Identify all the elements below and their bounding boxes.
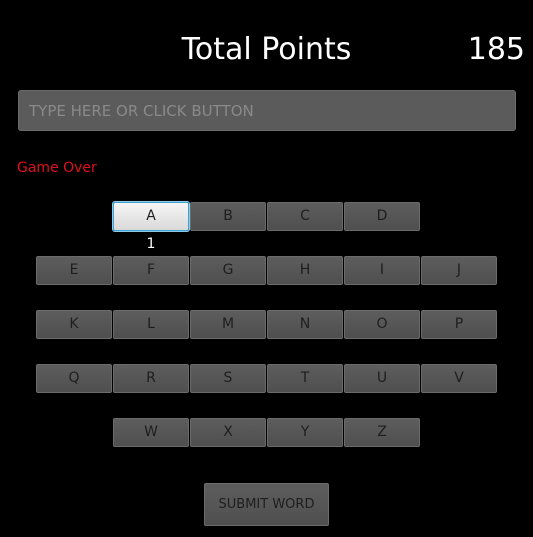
key-p-button[interactable]: P [421,310,497,339]
key-u-button[interactable]: U [344,364,420,393]
key-i-button[interactable]: I [344,256,420,285]
game-screen: Total Points 185 Game Over ABCD 1 EFGHIJ… [0,0,533,537]
key-m-button[interactable]: M [190,310,266,339]
key-row-2: EFGHIJ [0,256,533,285]
key-j-button[interactable]: J [421,256,497,285]
key-k-button[interactable]: K [36,310,112,339]
key-row-3: KLMNOP [0,310,533,339]
key-d-button[interactable]: D [344,202,420,231]
key-h-button[interactable]: H [267,256,343,285]
key-c-button[interactable]: C [267,202,343,231]
key-s-button[interactable]: S [190,364,266,393]
key-g-button[interactable]: G [190,256,266,285]
key-row-4: QRSTUV [0,364,533,393]
key-t-button[interactable]: T [267,364,343,393]
key-o-button[interactable]: O [344,310,420,339]
key-r-button[interactable]: R [113,364,189,393]
word-input[interactable] [18,90,516,131]
key-q-button[interactable]: Q [36,364,112,393]
key-e-button[interactable]: E [36,256,112,285]
score-value: 185 [467,32,525,67]
submit-word-button[interactable]: SUBMIT WORD [204,483,329,526]
key-row-5: WXYZ [0,418,533,447]
key-b-button[interactable]: B [190,202,266,231]
key-v-button[interactable]: V [421,364,497,393]
key-row-1: ABCD [0,202,533,231]
key-f-button[interactable]: F [113,256,189,285]
key-y-button[interactable]: Y [267,418,343,447]
key-w-button[interactable]: W [113,418,189,447]
key-z-button[interactable]: Z [344,418,420,447]
key-l-button[interactable]: L [113,310,189,339]
game-status: Game Over [17,160,97,176]
total-points-title: Total Points [181,32,352,67]
key-a-button[interactable]: A [113,202,189,231]
selected-key-count: 1 [146,236,156,252]
key-x-button[interactable]: X [190,418,266,447]
key-n-button[interactable]: N [267,310,343,339]
